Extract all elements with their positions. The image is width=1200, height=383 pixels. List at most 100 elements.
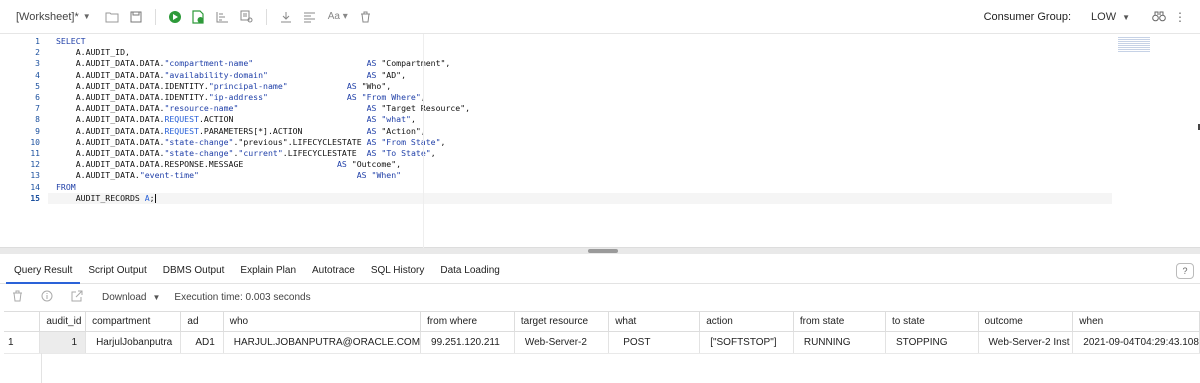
code-line[interactable]: SELECT	[56, 36, 86, 47]
column-header-who[interactable]: who	[223, 312, 422, 332]
splitter-grip-icon[interactable]	[588, 249, 618, 253]
text-case-icon[interactable]: Aa ▾	[323, 6, 353, 28]
column-header-to-state[interactable]: to state	[885, 312, 979, 332]
code-line[interactable]: A.AUDIT_ID,	[56, 47, 130, 58]
table-cell[interactable]: 2021-09-04T04:29:43.108	[1072, 331, 1200, 354]
column-header-action[interactable]: action	[699, 312, 794, 332]
code-line[interactable]: A.AUDIT_DATA.DATA.REQUEST.PARAMETERS[*].…	[56, 126, 426, 137]
tab-script-output[interactable]: Script Output	[80, 258, 154, 284]
column-header-target-resource[interactable]: target resource	[514, 312, 610, 332]
table-cell[interactable]: STOPPING	[885, 331, 979, 354]
trash-icon[interactable]	[4, 290, 30, 305]
code-token: "From Where"	[361, 92, 421, 102]
code-line[interactable]: A.AUDIT_DATA.DATA.REQUEST.ACTION AS "wha…	[56, 114, 416, 125]
code-line[interactable]: A.AUDIT_DATA.DATA."state-change"."previo…	[56, 136, 446, 148]
table-row[interactable]: 1 1 HarjulJobanputra AD1 HARJUL.JOBANPUTRA@O…	[4, 331, 1200, 354]
open-folder-icon[interactable]	[101, 6, 123, 28]
worksheet-selector[interactable]: [Worksheet]* ▼	[16, 11, 91, 23]
binoculars-icon[interactable]	[1152, 10, 1166, 25]
table-cell[interactable]: RUNNING	[793, 331, 887, 354]
tab-explain-plan[interactable]: Explain Plan	[232, 258, 304, 284]
result-grid: audit_id compartment ad who from where target…	[4, 311, 1200, 383]
open-external-icon[interactable]	[64, 290, 90, 305]
table-cell[interactable]: ["SOFTSTOP"]	[699, 331, 794, 354]
code-line[interactable]: A.AUDIT_DATA.DATA."state-change"."curren…	[56, 148, 436, 159]
code-token: ,	[440, 136, 446, 147]
line-number: 3	[35, 59, 40, 69]
code-token: A.AUDIT_DATA.DATA.	[56, 136, 165, 147]
chevron-down-icon: ▼	[152, 292, 161, 302]
table-cell[interactable]: HarjulJobanputra	[85, 331, 182, 354]
help-icon[interactable]: ?	[1176, 263, 1194, 279]
tab-autotrace[interactable]: Autotrace	[304, 258, 363, 284]
code-token: .PARAMETERS[*].ACTION	[198, 125, 367, 136]
line-number: 13	[30, 171, 40, 181]
code-token: A.AUDIT_DATA.DATA.RESPONSE.MESSAGE	[56, 159, 337, 170]
tab-sql-history[interactable]: SQL History	[363, 258, 433, 284]
execution-time: Execution time: 0.003 seconds	[174, 291, 311, 303]
save-icon[interactable]	[125, 6, 147, 28]
header-row: audit_id compartment ad who from where target…	[4, 312, 1200, 332]
table-cell[interactable]: 1	[39, 331, 87, 354]
code-token: "Compartment",	[376, 58, 451, 69]
column-header-ad[interactable]: ad	[180, 312, 224, 332]
table-cell[interactable]: POST	[608, 331, 701, 354]
column-header-from-where[interactable]: from where	[420, 312, 515, 332]
explain-plan-icon[interactable]	[212, 6, 234, 28]
code-token: AUDIT_RECORDS	[56, 192, 145, 203]
table-cell[interactable]: AD1	[180, 331, 224, 354]
code-token: AS	[366, 125, 377, 136]
tab-query-result[interactable]: Query Result	[6, 258, 81, 284]
code-line[interactable]: A.AUDIT_DATA.DATA."resource-name" AS "Ta…	[56, 103, 470, 114]
code-line[interactable]: A.AUDIT_DATA."event-time" AS "When"	[56, 170, 401, 181]
tab-data-loading[interactable]: Data Loading	[432, 258, 508, 284]
column-header-when[interactable]: when	[1072, 312, 1200, 332]
line-number: 7	[35, 104, 40, 114]
run-script-icon[interactable]	[188, 6, 210, 28]
format-icon[interactable]	[299, 6, 321, 28]
code-token: "resource-name"	[164, 103, 239, 114]
row-number-column	[4, 353, 42, 383]
trash-icon[interactable]	[355, 6, 377, 28]
table-cell[interactable]: 99.251.120.211	[420, 331, 515, 354]
code-token: REQUEST	[164, 125, 199, 136]
column-header-outcome[interactable]: outcome	[978, 312, 1074, 332]
code-token: A.AUDIT_DATA.DATA.IDENTITY.	[56, 92, 209, 102]
more-options-icon[interactable]: ⋮	[1174, 10, 1186, 24]
table-cell[interactable]: Web-Server-2	[514, 331, 610, 354]
sql-editor[interactable]: 1 2 3 4 5 6 7 8 9 10 11 12 13 14 15 SELECT A.AUDIT_ID,…	[0, 34, 1200, 248]
column-header-from-state[interactable]: from state	[793, 312, 887, 332]
code-line[interactable]: FROM	[56, 182, 76, 193]
code-line[interactable]: A.AUDIT_DATA.DATA.RESPONSE.MESSAGE AS "O…	[56, 159, 401, 170]
column-header-what[interactable]: what	[608, 312, 701, 332]
code-line[interactable]: AUDIT_RECORDS A;	[48, 192, 1112, 204]
result-table: audit_id compartment ad who from where target…	[4, 312, 1200, 354]
line-number: 14	[30, 182, 40, 192]
code-line[interactable]: A.AUDIT_DATA.DATA."compartment-name" AS …	[56, 58, 451, 69]
table-cell[interactable]: HARJUL.JOBANPUTRA@ORACLE.COM	[223, 331, 422, 354]
info-icon[interactable]	[34, 290, 60, 305]
code-token: REQUEST	[164, 114, 199, 125]
panel-splitter[interactable]	[0, 248, 1200, 254]
consumer-group-select[interactable]: LOW ▼	[1091, 11, 1130, 23]
code-token: A.AUDIT_DATA.	[56, 170, 140, 181]
code-token: AS	[346, 80, 357, 91]
download-button[interactable]: Download ▼	[102, 292, 160, 303]
autotrace-icon[interactable]	[236, 6, 258, 28]
run-statement-icon[interactable]	[164, 6, 186, 28]
table-cell[interactable]: Web-Server-2 Inst	[978, 331, 1074, 354]
line-number-gutter: 1 2 3 4 5 6 7 8 9 10 11 12 13 14 15	[0, 34, 48, 248]
download-icon[interactable]	[275, 6, 297, 28]
column-header-compartment[interactable]: compartment	[85, 312, 182, 332]
code-line[interactable]: A.AUDIT_DATA.DATA."availability-domain" …	[56, 70, 406, 81]
code-area[interactable]: SELECT A.AUDIT_ID, A.AUDIT_DATA.DATA."co…	[48, 34, 1116, 248]
code-line[interactable]: A.AUDIT_DATA.DATA.IDENTITY."principal-na…	[56, 80, 392, 92]
code-token: "ip-address"	[208, 92, 268, 102]
tab-dbms-output[interactable]: DBMS Output	[155, 258, 233, 284]
code-token: "state-change"	[164, 136, 234, 147]
column-header-audit_id[interactable]: audit_id	[39, 312, 87, 332]
editor-minimap[interactable]	[1118, 37, 1150, 53]
code-line[interactable]: A.AUDIT_DATA.DATA.IDENTITY."ip-address" …	[56, 92, 426, 103]
